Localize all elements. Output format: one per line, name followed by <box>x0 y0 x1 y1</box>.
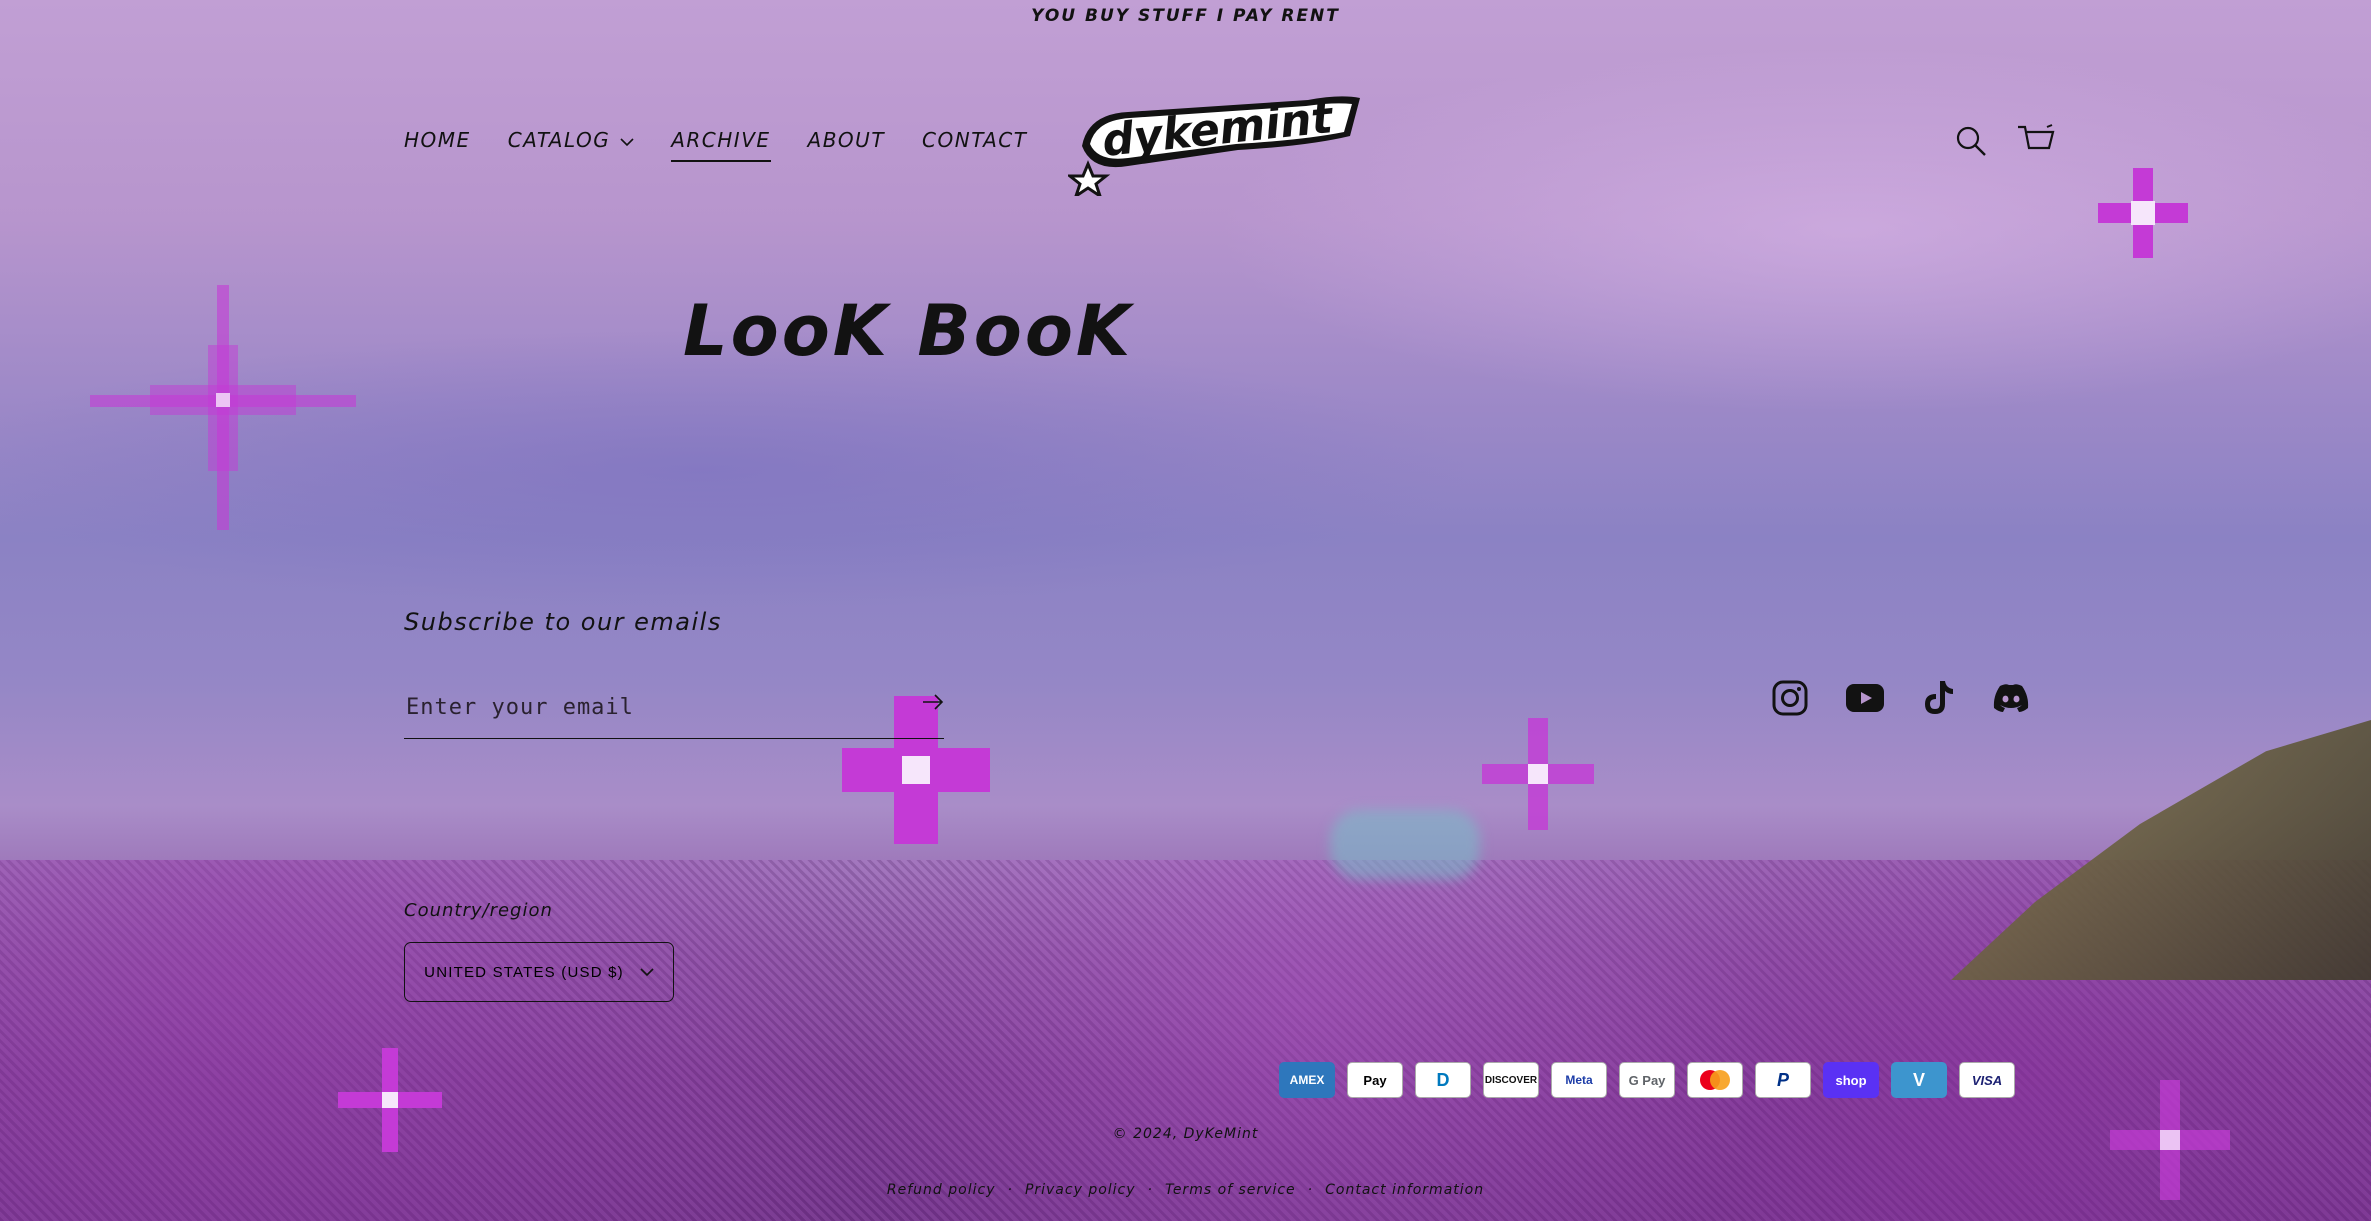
arrow-right-icon[interactable] <box>922 694 944 710</box>
discord-icon[interactable] <box>1992 683 2030 713</box>
nav-home[interactable]: HOME <box>404 128 471 152</box>
copyright: © 2024, DyKeMint <box>1112 1126 1259 1142</box>
separator: · <box>1007 1182 1013 1198</box>
terms-of-service-link[interactable]: Terms of service <box>1165 1182 1296 1198</box>
nav-about[interactable]: ABOUT <box>808 128 886 152</box>
nav-catalog-label: CATALOG <box>507 128 611 152</box>
logo-link[interactable]: dykemint <box>1065 86 1368 200</box>
hillside <box>1951 720 2371 980</box>
logo-text: dykemint <box>1100 92 1337 167</box>
nav-catalog[interactable]: CATALOG <box>508 128 635 152</box>
country-label: Country/region <box>404 900 553 921</box>
instagram-icon[interactable] <box>1772 680 1808 716</box>
discover-icon: DISCOVER <box>1483 1062 1539 1098</box>
youtube-icon[interactable] <box>1846 684 1884 712</box>
meta-pay-icon: Meta <box>1551 1062 1607 1098</box>
contact-information-link[interactable]: Contact information <box>1325 1182 1484 1198</box>
page-title: LooK BooK <box>683 290 1134 372</box>
mastercard-icon <box>1687 1062 1743 1098</box>
social-links <box>1772 680 2030 716</box>
header-icons <box>1955 124 2055 158</box>
mastercard-circles-icon <box>1700 1070 1730 1090</box>
paypal-icon: P <box>1755 1062 1811 1098</box>
chevron-down-icon <box>620 137 634 146</box>
visa-icon: VISA <box>1959 1062 2015 1098</box>
nav-archive[interactable]: ARCHIVE <box>671 128 771 162</box>
privacy-policy-link[interactable]: Privacy policy <box>1025 1182 1136 1198</box>
venmo-icon: V <box>1891 1062 1947 1098</box>
search-icon[interactable] <box>1955 125 1987 157</box>
newsletter-heading: Subscribe to our emails <box>404 608 722 636</box>
email-input[interactable] <box>404 684 888 730</box>
shop-pay-icon: shop <box>1823 1062 1879 1098</box>
teal-patch <box>1330 810 1480 880</box>
sparkle-decoration <box>1482 718 1594 830</box>
payment-icons: AMEX Pay D DISCOVER Meta G Pay P shop V … <box>1279 1062 2015 1098</box>
cart-icon[interactable] <box>2017 124 2055 158</box>
separator: · <box>1147 1182 1153 1198</box>
main-nav: HOME CATALOG ARCHIVE ABOUT CONTACT <box>404 128 1027 162</box>
flower-field <box>0 860 2371 1221</box>
apple-pay-icon: Pay <box>1347 1062 1403 1098</box>
refund-policy-link[interactable]: Refund policy <box>887 1182 996 1198</box>
nav-contact[interactable]: CONTACT <box>922 128 1027 152</box>
country-selector[interactable]: UNITED STATES (USD $) <box>404 942 674 1002</box>
logo-icon: dykemint <box>1065 92 1360 200</box>
announcement-bar: YOU BUY STUFF I PAY RENT <box>1031 6 1340 26</box>
country-value: UNITED STATES (USD $) <box>424 963 624 981</box>
separator: · <box>1307 1182 1314 1198</box>
tiktok-icon[interactable] <box>1922 680 1954 716</box>
diners-club-icon: D <box>1415 1062 1471 1098</box>
amex-icon: AMEX <box>1279 1062 1335 1098</box>
sparkle-decoration <box>90 285 356 530</box>
chevron-down-icon <box>640 968 654 977</box>
newsletter-form <box>404 680 944 739</box>
google-pay-icon: G Pay <box>1619 1062 1675 1098</box>
sparkle-decoration <box>2098 168 2188 258</box>
policy-links: Refund policy · Privacy policy · Terms o… <box>0 1182 2371 1198</box>
